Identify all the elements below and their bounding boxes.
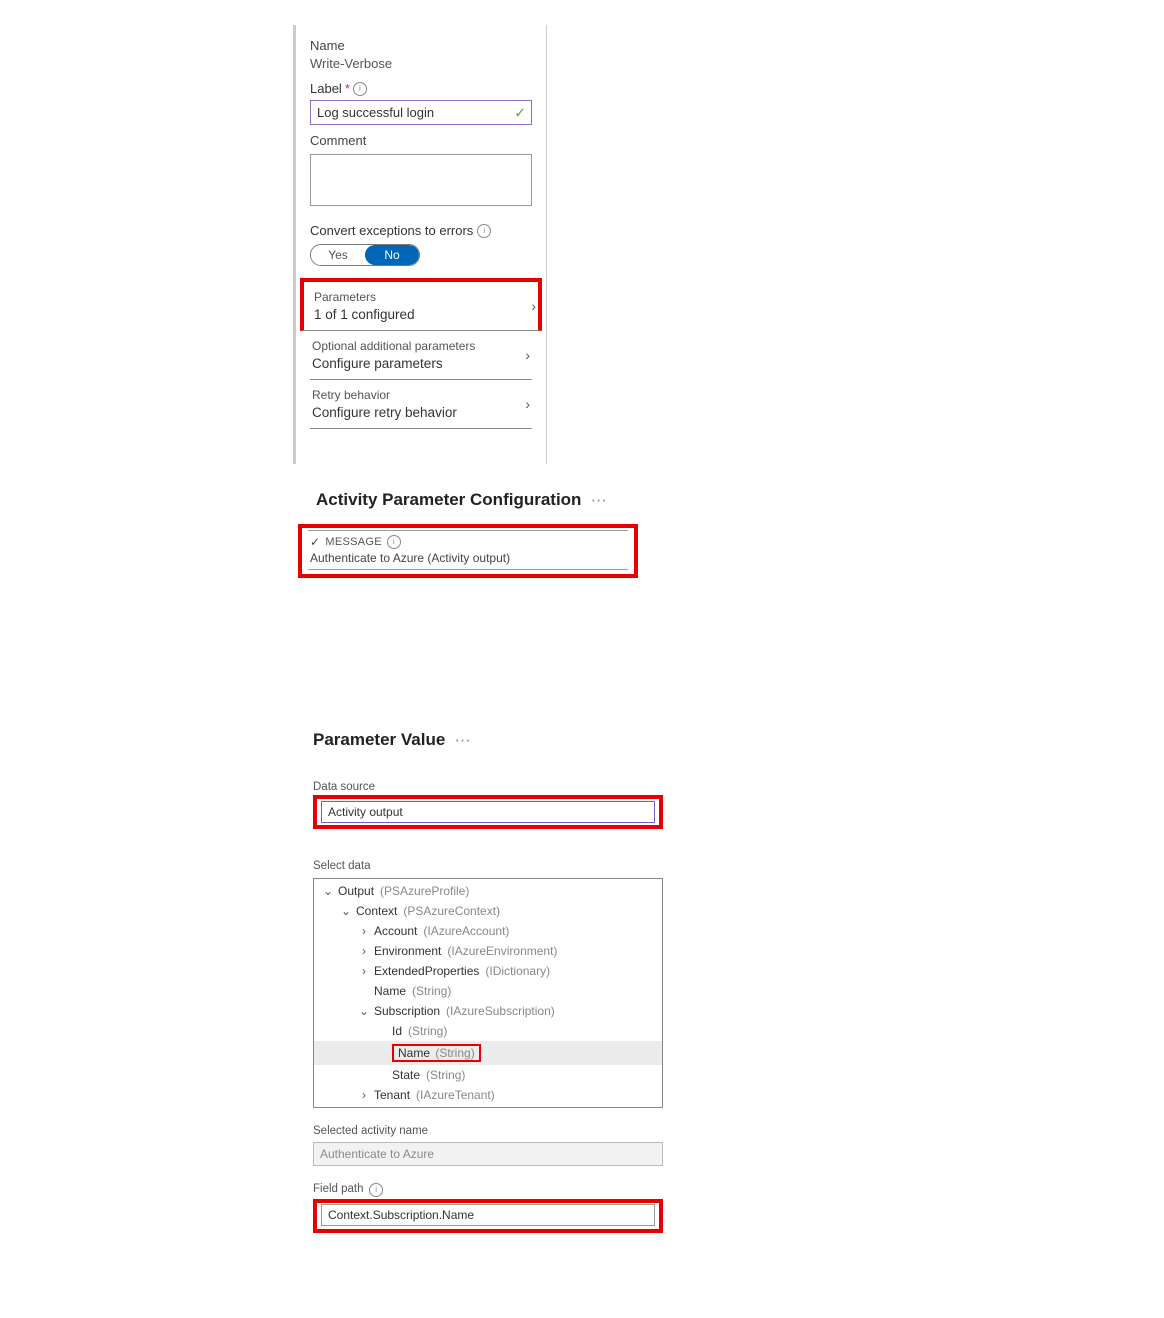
data-source-label: Data source	[313, 781, 375, 793]
tree-row[interactable]: › ExtendedProperties (IDictionary)	[314, 961, 662, 981]
heading-text: Activity Parameter Configuration	[316, 490, 581, 510]
label-label-text: Label	[310, 81, 342, 96]
tree-row[interactable]: Name (String)	[314, 1041, 662, 1065]
label-field-label: Label * i	[310, 81, 532, 96]
tree-node-name: ExtendedProperties	[374, 964, 479, 978]
chevron-right-icon: ›	[525, 347, 530, 363]
selected-activity-label: Selected activity name	[313, 1125, 428, 1137]
tree-row[interactable]: ⌄ Context (PSAzureContext)	[314, 901, 662, 921]
tree-node-type: (String)	[426, 1068, 465, 1082]
section-title: Retry behavior	[312, 388, 530, 402]
comment-input[interactable]	[310, 154, 532, 206]
more-icon[interactable]: ···	[455, 733, 471, 748]
heading-text: Parameter Value	[313, 730, 445, 750]
section-optional-params[interactable]: Optional additional parameters Configure…	[310, 331, 532, 380]
tree-node-type: (String)	[412, 984, 451, 998]
data-source-select[interactable]	[321, 801, 655, 823]
field-path-label: Field path	[313, 1183, 364, 1195]
info-icon[interactable]: i	[353, 82, 367, 96]
chevron-right-icon[interactable]: ›	[358, 944, 370, 958]
section-sub: Configure retry behavior	[312, 405, 530, 420]
tree-node-name: Context	[356, 904, 397, 918]
tree-node-name: Id	[392, 1024, 402, 1038]
tree-node-type: (IAzureTenant)	[416, 1088, 495, 1102]
info-icon[interactable]: i	[369, 1183, 383, 1197]
chevron-right-icon: ›	[531, 298, 536, 314]
select-data-tree[interactable]: ⌄ Output (PSAzureProfile) ⌄ Context (PSAzur…	[313, 878, 663, 1108]
tree-row[interactable]: › Environment (IAzureEnvironment)	[314, 941, 662, 961]
tree-node-highlighted: Name (String)	[392, 1044, 481, 1062]
panel-heading: Activity Parameter Configuration ···	[316, 490, 638, 510]
tree-node-type: (String)	[432, 1046, 475, 1060]
toggle-no[interactable]: No	[365, 245, 419, 265]
chevron-right-icon[interactable]: ›	[358, 1088, 370, 1102]
tree-row[interactable]: State (String)	[314, 1065, 662, 1085]
field-path-input[interactable]	[321, 1204, 655, 1226]
tree-row[interactable]: Name (String)	[314, 981, 662, 1001]
section-title: Parameters	[314, 290, 536, 304]
tree-node-name: Tenant	[374, 1088, 410, 1102]
tree-node-type: (IAzureAccount)	[423, 924, 509, 938]
name-label: Name	[310, 38, 532, 53]
activity-parameter-configuration-panel: Activity Parameter Configuration ··· ✓ M…	[298, 490, 638, 578]
comment-label: Comment	[310, 133, 532, 148]
tree-node-type: (IDictionary)	[485, 964, 550, 978]
selected-activity-input	[313, 1142, 663, 1166]
convert-exceptions-toggle[interactable]: Yes No	[310, 244, 420, 266]
more-icon[interactable]: ···	[591, 493, 607, 508]
section-parameters[interactable]: Parameters 1 of 1 configured ›	[300, 278, 542, 331]
chevron-down-icon[interactable]: ⌄	[358, 1004, 370, 1018]
section-sub: 1 of 1 configured	[314, 307, 536, 322]
tree-row[interactable]: ⌄ Output (PSAzureProfile)	[314, 881, 662, 901]
tree-node-name: Environment	[374, 944, 441, 958]
message-param-name: MESSAGE	[325, 536, 382, 548]
section-title: Optional additional parameters	[312, 339, 530, 353]
required-indicator: *	[345, 81, 350, 96]
tree-row[interactable]: Id (String)	[314, 1021, 662, 1041]
section-sub: Configure parameters	[312, 356, 530, 371]
parameter-value-panel: Parameter Value ··· Data source Select d…	[313, 730, 663, 1233]
label-input[interactable]	[310, 100, 532, 125]
chevron-right-icon[interactable]: ›	[358, 964, 370, 978]
check-icon: ✓	[514, 104, 526, 121]
panel-heading: Parameter Value ···	[313, 730, 663, 750]
convert-exceptions-label: Convert exceptions to errors	[310, 223, 473, 238]
name-value: Write-Verbose	[310, 56, 532, 71]
chevron-down-icon[interactable]: ⌄	[322, 884, 334, 898]
chevron-right-icon: ›	[525, 396, 530, 412]
toggle-yes[interactable]: Yes	[311, 245, 365, 265]
tree-node-name: Name	[398, 1046, 430, 1060]
message-param-value: Authenticate to Azure (Activity output)	[310, 551, 626, 565]
message-parameter-row[interactable]: ✓ MESSAGE i Authenticate to Azure (Activ…	[298, 524, 638, 578]
tree-row[interactable]: › Account (IAzureAccount)	[314, 921, 662, 941]
tree-node-type: (PSAzureContext)	[403, 904, 500, 918]
tree-row[interactable]: ⌄ Subscription (IAzureSubscription)	[314, 1001, 662, 1021]
tree-node-type: (PSAzureProfile)	[380, 884, 469, 898]
tree-node-name: State	[392, 1068, 420, 1082]
tree-node-type: (IAzureSubscription)	[446, 1004, 555, 1018]
section-retry[interactable]: Retry behavior Configure retry behavior …	[310, 380, 532, 429]
tree-node-type: (String)	[408, 1024, 447, 1038]
tree-node-type: (IAzureEnvironment)	[447, 944, 557, 958]
tree-node-name: Subscription	[374, 1004, 440, 1018]
check-icon: ✓	[310, 535, 320, 549]
select-data-label: Select data	[313, 860, 371, 872]
chevron-right-icon[interactable]: ›	[358, 924, 370, 938]
info-icon[interactable]: i	[477, 224, 491, 238]
info-icon[interactable]: i	[387, 535, 401, 549]
tree-node-name: Name	[374, 984, 406, 998]
section-list: Parameters 1 of 1 configured › Optional …	[296, 278, 546, 429]
tree-node-name: Output	[338, 884, 374, 898]
activity-properties-panel: Name Write-Verbose Label * i ✓ Comment C…	[293, 25, 547, 464]
chevron-down-icon[interactable]: ⌄	[340, 904, 352, 918]
tree-row[interactable]: › Tenant (IAzureTenant)	[314, 1085, 662, 1105]
tree-node-name: Account	[374, 924, 417, 938]
